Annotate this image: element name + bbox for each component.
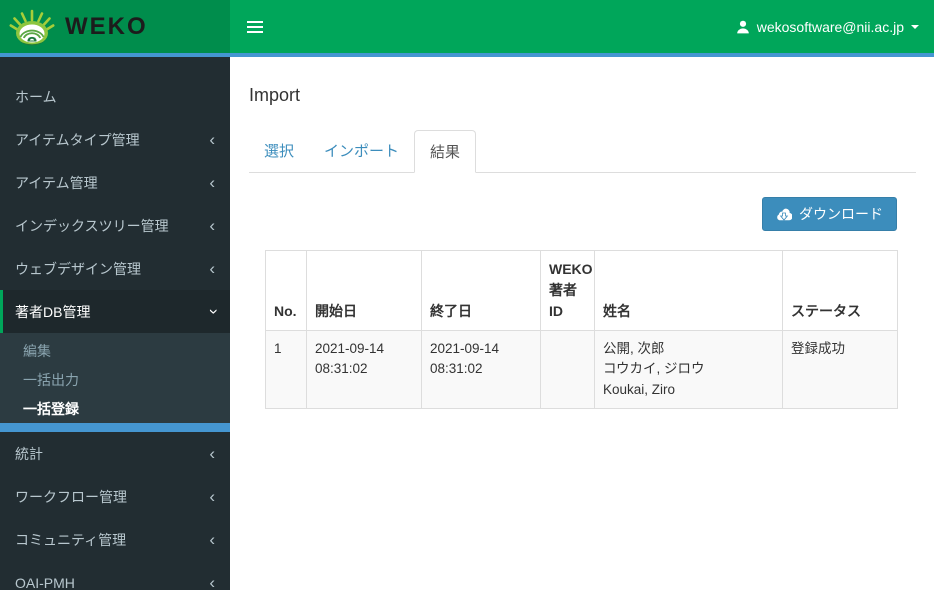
- download-button[interactable]: ダウンロード: [762, 197, 897, 231]
- col-header-end-date: 終了日: [421, 250, 541, 331]
- main-content: Import 選択 インポート 結果 ダウンロード No. 開始日 終了日 WE…: [230, 57, 934, 590]
- cloud-download-icon: [777, 208, 792, 221]
- sidebar-item-home[interactable]: ホーム: [0, 75, 230, 118]
- active-submenu-indicator: [0, 423, 230, 432]
- result-tab-panel: ダウンロード No. 開始日 終了日 WEKO 著者 ID 姓名 ステータス 1…: [265, 197, 898, 409]
- chevron-left-icon: ‹: [209, 487, 215, 506]
- app-window: WEKO wekosoftware@nii.ac.jp ホーム アイテムタイプ管…: [0, 0, 934, 590]
- user-email: wekosoftware@nii.ac.jp: [756, 18, 904, 35]
- tab-select[interactable]: 選択: [249, 130, 309, 172]
- caret-down-icon: [911, 24, 919, 29]
- chevron-left-icon: ‹: [209, 216, 215, 235]
- top-header: WEKO wekosoftware@nii.ac.jp: [0, 0, 934, 57]
- sidebar-item-indextree-management[interactable]: インデックスツリー管理 ‹: [0, 204, 230, 247]
- cell-start-date: 2021-09-14 08:31:02: [306, 330, 422, 409]
- tab-result[interactable]: 結果: [414, 130, 477, 173]
- cell-weko-author-id: [540, 330, 595, 409]
- import-tabs: 選択 インポート 結果: [249, 130, 916, 173]
- toolbar: ダウンロード: [265, 197, 897, 231]
- import-results-table: No. 開始日 終了日 WEKO 著者 ID 姓名 ステータス 1 2021-0…: [265, 250, 898, 409]
- page-title: Import: [249, 85, 301, 105]
- sidebar-item-oai-pmh[interactable]: OAI-PMH ‹: [0, 561, 230, 590]
- sidebar-item-itemtype-management[interactable]: アイテムタイプ管理 ‹: [0, 118, 230, 161]
- chevron-left-icon: ‹: [209, 530, 215, 549]
- sidebar-item-workflow-management[interactable]: ワークフロー管理 ‹: [0, 475, 230, 518]
- col-header-weko-author-id: WEKO 著者 ID: [540, 250, 595, 331]
- sidebar-item-community-management[interactable]: コミュニティ管理 ‹: [0, 518, 230, 561]
- chevron-left-icon: ‹: [209, 173, 215, 192]
- col-header-no: No.: [265, 250, 307, 331]
- cell-end-date: 2021-09-14 08:31:02: [421, 330, 541, 409]
- chevron-left-icon: ‹: [209, 444, 215, 463]
- col-header-start-date: 開始日: [306, 250, 422, 331]
- cell-status: 登録成功: [782, 330, 898, 409]
- col-header-status: ステータス: [782, 250, 898, 331]
- sidebar-item-authordb-management[interactable]: 著者DB管理 ‹: [0, 290, 230, 333]
- cell-no: 1: [265, 330, 307, 409]
- sidebar-item-webdesign-management[interactable]: ウェブデザイン管理 ‹: [0, 247, 230, 290]
- col-header-name: 姓名: [594, 250, 783, 331]
- cell-name: 公開, 次郎 コウカイ, ジロウ Koukai, Ziro: [594, 330, 783, 409]
- chevron-down-icon: ‹: [202, 308, 222, 315]
- chevron-left-icon: ‹: [209, 130, 215, 149]
- submenu-item-edit[interactable]: 編集: [0, 336, 230, 365]
- brand-name: WEKO: [65, 12, 148, 40]
- user-menu[interactable]: wekosoftware@nii.ac.jp: [736, 19, 919, 35]
- table-header-row: No. 開始日 終了日 WEKO 著者 ID 姓名 ステータス: [265, 250, 898, 331]
- sidebar-item-item-management[interactable]: アイテム管理 ‹: [0, 161, 230, 204]
- brand-logo[interactable]: WEKO: [0, 0, 230, 53]
- table-row: 1 2021-09-14 08:31:02 2021-09-14 08:31:0…: [265, 330, 898, 409]
- authordb-submenu: 編集 一括出力 一括登録: [0, 333, 230, 423]
- chevron-left-icon: ‹: [209, 573, 215, 590]
- top-navbar: wekosoftware@nii.ac.jp: [230, 0, 934, 53]
- weko-mascot-icon: [9, 9, 55, 45]
- sidebar-item-statistics[interactable]: 統計 ‹: [0, 432, 230, 475]
- sidebar: ホーム アイテムタイプ管理 ‹ アイテム管理 ‹ インデックスツリー管理 ‹ ウ…: [0, 57, 230, 590]
- sidebar-toggle-button[interactable]: [245, 14, 265, 40]
- user-icon: [736, 20, 749, 33]
- chevron-left-icon: ‹: [209, 259, 215, 278]
- submenu-item-bulk-export[interactable]: 一括出力: [0, 365, 230, 394]
- tab-import[interactable]: インポート: [309, 130, 414, 172]
- submenu-item-bulk-register[interactable]: 一括登録: [0, 394, 230, 423]
